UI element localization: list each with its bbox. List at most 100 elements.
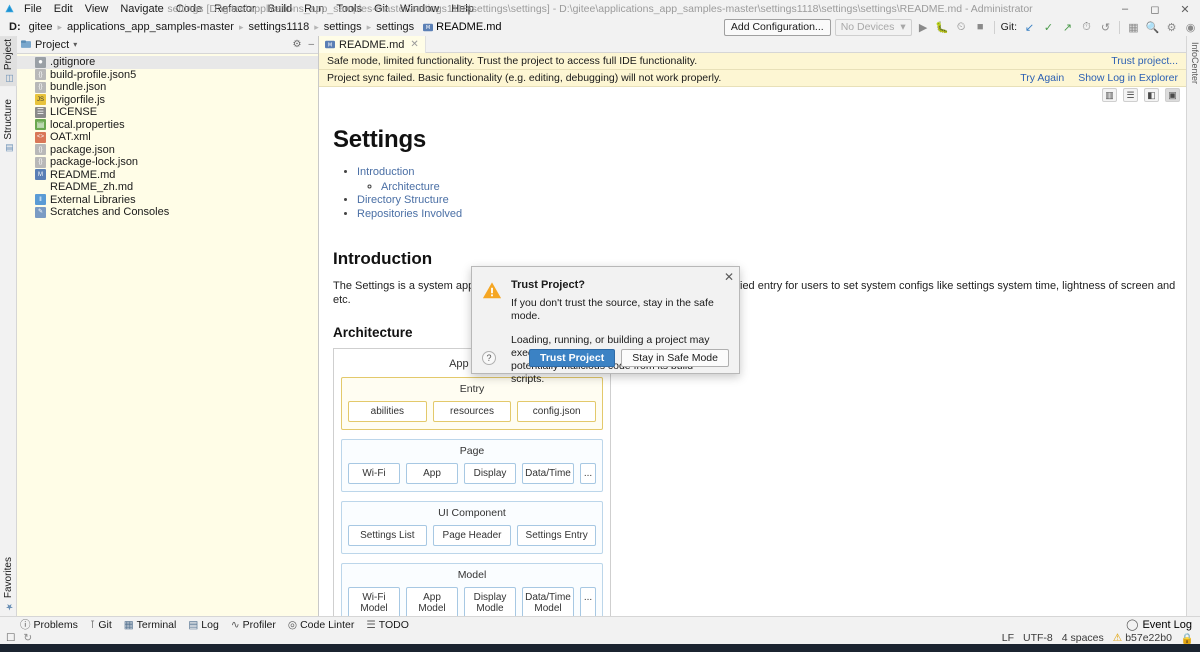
- stay-in-safe-mode-button[interactable]: Stay in Safe Mode: [621, 349, 729, 367]
- toc-link-architecture[interactable]: Architecture: [381, 181, 440, 193]
- star-icon: ★: [3, 601, 14, 611]
- introduction-paragraph: The Settings is a system application pre…: [333, 280, 1176, 306]
- tree-item-package-lock-json[interactable]: {} package-lock.json: [17, 156, 318, 169]
- tool-button-todo[interactable]: ☰ TODO: [366, 619, 409, 631]
- toc-link-repositories-involved[interactable]: Repositories Involved: [357, 208, 462, 220]
- breadcrumb-drive[interactable]: D:: [4, 21, 24, 33]
- push-icon[interactable]: ↗: [1060, 20, 1075, 35]
- tree-item-license[interactable]: ☰ LICENSE: [17, 106, 318, 119]
- line-separator-label[interactable]: LF: [1002, 632, 1014, 644]
- indent-label[interactable]: 4 spaces: [1062, 632, 1104, 644]
- encoding-label[interactable]: UTF-8: [1023, 632, 1053, 644]
- tree-item-oat-xml[interactable]: <> OAT.xml: [17, 131, 318, 144]
- close-icon[interactable]: ✕: [410, 39, 418, 50]
- tool-button-terminal[interactable]: ▦ Terminal: [124, 619, 177, 631]
- sidebar-item-favorites[interactable]: ★ Favorites: [0, 554, 17, 614]
- tool-button-log[interactable]: ▤ Log: [188, 619, 218, 631]
- show-log-in-explorer-link[interactable]: Show Log in Explorer: [1078, 72, 1178, 84]
- settings-gear-icon[interactable]: ⚙: [1164, 20, 1179, 35]
- tree-item-readme-zh-md[interactable]: README_zh.md: [17, 181, 318, 194]
- menu-file[interactable]: File: [18, 0, 48, 18]
- tool-button-profiler[interactable]: ∿ Profiler: [231, 619, 276, 631]
- menu-window[interactable]: Window: [394, 0, 445, 18]
- project-panel-title: Project: [35, 38, 70, 51]
- sidebar-item-infocenter[interactable]: InfoCenter: [1186, 38, 1200, 88]
- editor-tab-readme[interactable]: M README.md ✕: [319, 36, 426, 53]
- menu-build[interactable]: Build: [262, 0, 298, 18]
- breadcrumb-applications[interactable]: applications_app_samples-master: [62, 21, 239, 33]
- project-tool-window: Project ▾ ⚙ – ● .gitignore {} build-prof…: [17, 36, 319, 616]
- menu-help[interactable]: Help: [445, 0, 480, 18]
- trust-project-button[interactable]: Trust Project: [529, 349, 616, 367]
- update-project-icon[interactable]: ↙: [1022, 20, 1037, 35]
- tool-window-bar: ⓘ Problems ⊺ Git ▦ Terminal ▤ Log ∿ Prof…: [0, 616, 1200, 632]
- tree-item-external-libraries[interactable]: ‖ External Libraries: [17, 194, 318, 207]
- log-icon: ▤: [188, 618, 199, 631]
- breadcrumb-settings-1[interactable]: settings: [319, 21, 367, 33]
- tree-item-hvigorfile[interactable]: JS hvigorfile.js: [17, 94, 318, 107]
- devices-dropdown[interactable]: No Devices ▾: [834, 18, 912, 36]
- sidebar-item-project[interactable]: ◫ Project: [0, 36, 17, 87]
- tree-item-build-profile[interactable]: {} build-profile.json5: [17, 69, 318, 82]
- breadcrumb-file[interactable]: M README.md: [419, 21, 502, 33]
- sidebar-item-structure[interactable]: ▤ Structure: [0, 96, 17, 156]
- section-heading-architecture: Architecture: [333, 325, 413, 340]
- chevron-down-icon[interactable]: ▾: [73, 40, 77, 49]
- trust-project-dialog: ✕ Trust Project? If you don't trust the …: [471, 266, 740, 385]
- profile-icon[interactable]: ⏲: [954, 20, 969, 35]
- minimize-icon[interactable]: –: [1110, 0, 1140, 18]
- tool-button-code-linter[interactable]: ◎ Code Linter: [288, 619, 354, 631]
- menu-run[interactable]: Run: [298, 0, 330, 18]
- history-icon[interactable]: ⏱: [1079, 20, 1094, 35]
- toggle-toolwindows-icon[interactable]: ☐: [6, 632, 15, 644]
- split-view-icon[interactable]: ▥: [1102, 88, 1117, 102]
- try-again-link[interactable]: Try Again: [1020, 72, 1064, 84]
- help-button[interactable]: ?: [482, 351, 496, 365]
- account-icon[interactable]: ◉: [1183, 20, 1198, 35]
- breadcrumb-settings1118[interactable]: settings1118: [243, 21, 314, 33]
- run-icon[interactable]: ▶: [916, 20, 931, 35]
- tree-item-bundle-json[interactable]: {} bundle.json: [17, 81, 318, 94]
- commit-icon[interactable]: ✓: [1041, 20, 1056, 35]
- maximize-icon[interactable]: ◻: [1140, 0, 1170, 18]
- preview-split-icon[interactable]: ◧: [1144, 88, 1159, 102]
- tool-button-git[interactable]: ⊺ Git: [90, 619, 112, 631]
- menu-code[interactable]: Code: [170, 0, 208, 18]
- gear-icon[interactable]: ⚙: [292, 39, 301, 50]
- code-linter-icon: ◎: [287, 618, 298, 631]
- trust-project-link[interactable]: Trust project...: [1111, 55, 1178, 67]
- lock-icon[interactable]: 🔒: [1181, 632, 1194, 645]
- close-icon[interactable]: ✕: [1170, 0, 1200, 18]
- menu-refactor[interactable]: Refactor: [208, 0, 262, 18]
- menu-edit[interactable]: Edit: [48, 0, 79, 18]
- stop-icon[interactable]: ■: [973, 20, 988, 35]
- menu-tools[interactable]: Tools: [330, 0, 368, 18]
- branch-indicator[interactable]: ⚠ b57e22b0: [1113, 632, 1172, 644]
- tree-item-gitignore[interactable]: ● .gitignore: [17, 56, 318, 69]
- menu-git[interactable]: Git: [368, 0, 394, 18]
- toc-link-directory-structure[interactable]: Directory Structure: [357, 194, 449, 206]
- background-tasks-icon[interactable]: ↻: [23, 632, 32, 644]
- rollback-icon[interactable]: ↺: [1098, 20, 1113, 35]
- preview-only-icon[interactable]: ▣: [1165, 88, 1180, 102]
- tool-button-problems[interactable]: ⓘ Problems: [20, 617, 78, 632]
- menu-navigate[interactable]: Navigate: [114, 0, 169, 18]
- debug-icon[interactable]: 🐛: [935, 20, 950, 35]
- tree-item-package-json[interactable]: {} package.json: [17, 144, 318, 157]
- editor-only-icon[interactable]: ☰: [1123, 88, 1138, 102]
- close-icon[interactable]: ✕: [724, 270, 734, 284]
- minimize-icon[interactable]: –: [308, 39, 314, 50]
- tool-button-label: Terminal: [136, 618, 177, 631]
- tree-item-local-properties[interactable]: ▤ local.properties: [17, 119, 318, 132]
- search-icon[interactable]: 🔍: [1145, 20, 1160, 35]
- breadcrumb-gitee[interactable]: gitee: [24, 21, 58, 33]
- toc-link-introduction[interactable]: Introduction: [357, 166, 414, 178]
- breadcrumb-settings-2[interactable]: settings: [371, 21, 419, 33]
- tree-item-scratches-consoles[interactable]: ✎ Scratches and Consoles: [17, 206, 318, 219]
- add-configuration-button[interactable]: Add Configuration...: [723, 18, 831, 36]
- profiler-icon: ∿: [230, 618, 240, 631]
- project-structure-icon[interactable]: ▦: [1126, 20, 1141, 35]
- event-log-button[interactable]: ◯ Event Log: [1126, 618, 1192, 632]
- menu-view[interactable]: View: [79, 0, 115, 18]
- tree-item-readme-md[interactable]: M README.md: [17, 169, 318, 182]
